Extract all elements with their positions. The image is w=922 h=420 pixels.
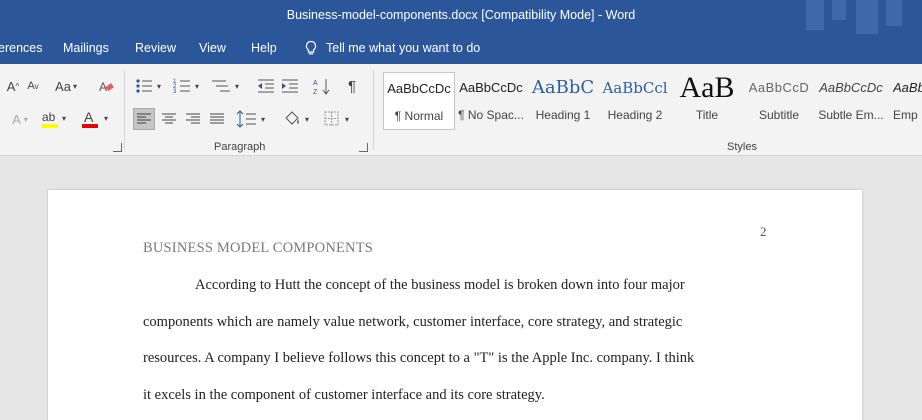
numbering-icon[interactable]: 1 2 3 ▾ (172, 76, 204, 96)
increase-indent-icon[interactable] (280, 76, 300, 96)
style-name: ¶ Normal (394, 109, 444, 123)
title-bar: Business-model-components.docx [Compatib… (0, 0, 922, 34)
style-subtitle[interactable]: AaBbCcD Subtitle (743, 72, 815, 130)
font-color-icon[interactable]: A ▾ (80, 108, 114, 130)
svg-text:▾: ▾ (345, 115, 349, 124)
style-sample: AaBbCcl (602, 79, 668, 97)
text-effects-icon[interactable]: A ▾ (4, 110, 36, 128)
paragraph-line: it excels in the component of customer i… (143, 387, 545, 403)
group-separator (124, 70, 125, 150)
tell-me-label: Tell me what you want to do (326, 41, 481, 55)
style-sample: AaBbCcD (748, 80, 810, 95)
highlight-color-icon[interactable]: ab ▾ (40, 108, 70, 130)
style-subtle-emphasis[interactable]: AaBbCcDc Subtle Em... (815, 72, 887, 130)
style-no-spacing[interactable]: AaBbCcDc ¶ No Spac... (455, 72, 527, 130)
style-name: Title (695, 108, 719, 122)
svg-text:▾: ▾ (305, 115, 309, 124)
tab-view[interactable]: View (199, 41, 226, 55)
styles-group-label: Styles (727, 141, 757, 153)
style-sample: AaBbCcDc (819, 80, 883, 95)
paragraph-dialog-launcher[interactable] (359, 143, 368, 152)
svg-text:A: A (84, 109, 94, 125)
decrease-indent-icon[interactable] (256, 76, 276, 96)
svg-text:▾: ▾ (235, 82, 239, 91)
style-sample: AaBbC (531, 77, 595, 98)
borders-icon[interactable]: ▾ (322, 108, 356, 130)
style-name: Emp (893, 108, 918, 122)
align-right-icon[interactable] (182, 108, 204, 130)
shrink-font-icon[interactable]: Av (24, 78, 42, 94)
ribbon-tabs: erences Mailings Review View Help Tell m… (0, 34, 922, 64)
align-center-icon[interactable] (158, 108, 180, 130)
line-spacing-icon[interactable]: ▾ (236, 108, 270, 130)
style-sample: AaBb (893, 80, 922, 95)
window-title: Business-model-components.docx [Compatib… (286, 8, 636, 22)
shading-icon[interactable]: ▾ (282, 108, 316, 130)
align-left-icon[interactable] (133, 108, 155, 130)
clear-formatting-icon[interactable]: A (96, 78, 116, 94)
svg-text:▾: ▾ (62, 114, 66, 123)
style-name: Subtitle (758, 108, 800, 122)
page-number: 2 (760, 224, 767, 239)
font-color-swatch (82, 124, 98, 128)
svg-text:▾: ▾ (195, 82, 199, 91)
lightbulb-icon (305, 40, 317, 55)
style-normal[interactable]: AaBbCcDc ¶ Normal (383, 72, 455, 130)
ribbon: A ^ Av Aa ▾ A A ▾ ab ▾ A ▾ ▾ 1 2 3 ▾ ▾ AZ ¶ (0, 64, 922, 156)
case-glyph: Aa (55, 78, 71, 94)
running-head: BUSINESS MODEL COMPONENTS (143, 240, 374, 256)
svg-text:▾: ▾ (157, 82, 161, 91)
style-heading-2[interactable]: AaBbCcl Heading 2 (599, 72, 671, 130)
tab-help[interactable]: Help (251, 41, 277, 55)
group-separator (373, 70, 374, 150)
title-decoration (832, 0, 846, 20)
style-name: Heading 2 (607, 108, 663, 122)
justify-icon[interactable] (206, 108, 228, 130)
svg-text:▾: ▾ (261, 115, 265, 124)
svg-text:Z: Z (313, 89, 318, 96)
title-decoration (856, 0, 878, 34)
multilevel-list-icon[interactable]: ▾ (210, 76, 244, 96)
change-case-icon[interactable]: Aa ▾ (52, 78, 80, 94)
svg-text:ab: ab (42, 110, 56, 124)
style-sample: AaBbCcDc (459, 80, 523, 95)
tab-mailings[interactable]: Mailings (63, 41, 109, 55)
paragraph-group-label: Paragraph (214, 141, 266, 153)
svg-text:3: 3 (173, 89, 177, 95)
show-formatting-marks-icon[interactable]: ¶ (342, 76, 362, 96)
title-decoration (886, 0, 902, 26)
style-sample: AaB (679, 72, 735, 104)
paragraph-line: According to Hutt the concept of the bus… (195, 277, 685, 293)
tab-references[interactable]: erences (0, 41, 42, 55)
tab-review[interactable]: Review (135, 41, 176, 55)
title-decoration (806, 0, 824, 30)
paragraph-line: resources. A company I believe follows t… (143, 350, 695, 366)
style-heading-1[interactable]: AaBbC Heading 1 (527, 72, 599, 130)
document-page[interactable]: 2 BUSINESS MODEL COMPONENTS According to… (48, 190, 862, 420)
tell-me-search[interactable]: Tell me what you want to do (304, 40, 480, 56)
style-name: Heading 1 (535, 108, 591, 122)
svg-text:A: A (313, 80, 318, 87)
style-emphasis[interactable]: AaBb Emp (887, 72, 922, 130)
style-name: Subtle Em... (818, 108, 884, 122)
grow-font-icon[interactable]: A ^ (4, 78, 22, 94)
highlight-swatch (42, 124, 58, 128)
paragraph-line: components which are namely value networ… (143, 314, 683, 330)
style-name: ¶ No Spac... (458, 108, 524, 122)
font-dialog-launcher[interactable] (113, 143, 122, 152)
svg-text:▾: ▾ (104, 114, 108, 123)
sort-icon[interactable]: AZ (312, 76, 332, 96)
style-title[interactable]: AaB Title (671, 72, 743, 130)
style-sample: AaBbCcDc (387, 81, 451, 96)
bullets-icon[interactable]: ▾ (134, 76, 166, 96)
